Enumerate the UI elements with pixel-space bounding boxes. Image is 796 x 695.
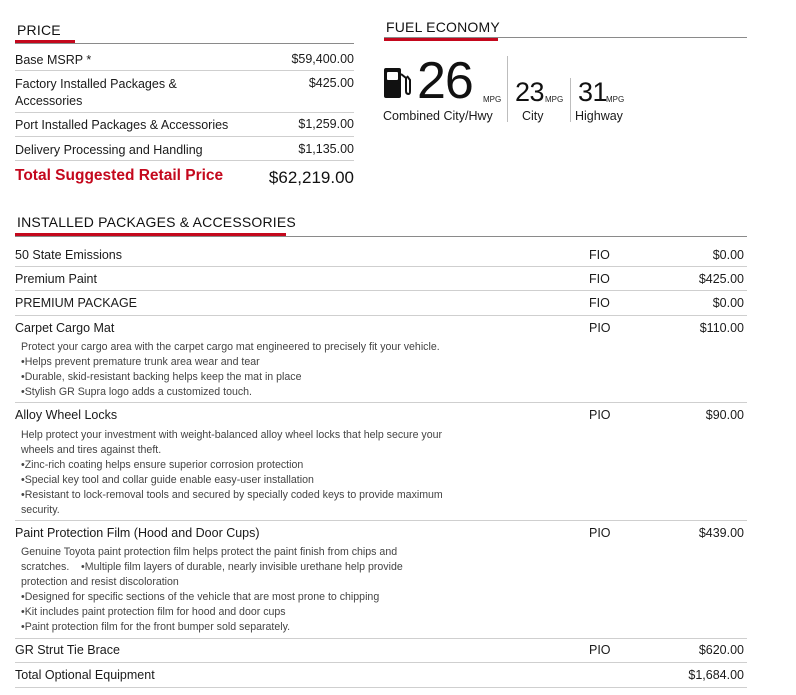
row-divider <box>15 266 747 267</box>
package-description: Protect your cargo area with the carpet … <box>21 340 481 400</box>
fuel-pump-icon <box>383 66 411 100</box>
combined-mpg-unit: MPG <box>483 95 502 104</box>
description-line: •Helps prevent premature trunk area wear… <box>21 356 260 368</box>
row-divider <box>15 70 354 71</box>
fuel-divider <box>570 78 571 122</box>
description-line: •Designed for specific sections of the v… <box>21 591 380 603</box>
row-divider <box>15 136 354 137</box>
city-mpg-value: 23 <box>515 77 545 107</box>
price-row-value: $425.00 <box>308 76 354 90</box>
row-divider <box>15 290 747 291</box>
package-code: PIO <box>589 643 611 657</box>
description-line: Genuine Toyota paint protection film hel… <box>21 546 398 558</box>
fuel-economy-title: FUEL ECONOMY <box>386 19 500 35</box>
row-divider <box>15 687 747 688</box>
total-retail-price-value: $62,219.00 <box>268 168 354 187</box>
package-description: Help protect your investment with weight… <box>21 428 481 518</box>
package-name: Alloy Wheel Locks <box>15 408 118 422</box>
highway-mpg-value: 31 <box>578 77 608 107</box>
description-line: Help protect your investment with weight… <box>21 429 443 441</box>
description-line: scratches. •Multiple film layers of dura… <box>21 561 403 573</box>
fuel-economy-rule <box>384 37 747 38</box>
row-divider <box>15 160 354 161</box>
package-code: PIO <box>589 321 611 335</box>
row-divider <box>15 112 354 113</box>
package-name: Paint Protection Film (Hood and Door Cup… <box>15 526 260 540</box>
row-divider <box>15 520 747 521</box>
package-name: 50 State Emissions <box>15 248 122 262</box>
city-mpg-label: City <box>522 109 544 123</box>
package-description: Genuine Toyota paint protection film hel… <box>21 545 481 635</box>
package-price: $620.00 <box>698 643 744 657</box>
description-line: •Durable, skid-resistant backing helps k… <box>21 371 302 383</box>
package-code: FIO <box>589 248 610 262</box>
price-title: PRICE <box>17 22 61 38</box>
package-name: PREMIUM PACKAGE <box>15 296 138 310</box>
row-divider <box>15 662 747 663</box>
package-code: FIO <box>589 272 610 286</box>
packages-title-rule <box>15 236 747 237</box>
description-line: Protect your cargo area with the carpet … <box>21 341 440 353</box>
price-row-value: $1,259.00 <box>298 117 354 131</box>
combined-mpg-value: 26 <box>417 52 474 110</box>
package-name: Carpet Cargo Mat <box>15 321 115 335</box>
city-mpg-unit: MPG <box>545 95 564 104</box>
price-row-label: Delivery Processing and Handling <box>15 143 203 157</box>
description-line: •Zinc-rich coating helps ensure superior… <box>21 459 304 471</box>
package-code: FIO <box>589 296 610 310</box>
highway-mpg-unit: MPG <box>606 95 625 104</box>
highway-mpg-label: Highway <box>575 109 623 123</box>
description-line: •Kit includes paint protection film for … <box>21 606 286 618</box>
package-code: PIO <box>589 526 611 540</box>
packages-title: INSTALLED PACKAGES & ACCESSORIES <box>17 214 296 230</box>
price-row-label: Port Installed Packages & Accessories <box>15 118 229 132</box>
package-price: $425.00 <box>698 272 744 286</box>
package-price: $0.00 <box>712 248 744 262</box>
row-divider <box>15 315 747 316</box>
fuel-divider <box>507 56 508 122</box>
description-line: security. <box>21 504 60 516</box>
combined-mpg-label: Combined City/Hwy <box>383 109 493 123</box>
total-optional-equipment-label: Total Optional Equipment <box>15 668 155 682</box>
package-price: $110.00 <box>699 321 744 335</box>
package-price: $439.00 <box>698 526 744 540</box>
description-line: •Stylish GR Supra logo adds a customized… <box>21 386 253 398</box>
package-price: $0.00 <box>712 296 744 310</box>
total-optional-equipment-value: $1,684.00 <box>688 668 744 682</box>
description-line: wheels and tires against theft. <box>21 444 162 456</box>
package-name: Premium Paint <box>15 272 97 286</box>
description-line: •Special key tool and collar guide enabl… <box>21 474 314 486</box>
row-divider <box>15 402 747 403</box>
price-row-label: Factory Installed Packages & Accessories <box>15 77 177 108</box>
total-retail-price-label: Total Suggested Retail Price <box>15 167 224 184</box>
package-name: GR Strut Tie Brace <box>15 643 120 657</box>
price-title-rule <box>15 43 354 44</box>
description-line: protection and resist discoloration <box>21 576 179 588</box>
package-code: PIO <box>589 408 611 422</box>
description-line: •Resistant to lock-removal tools and sec… <box>21 489 443 501</box>
description-line: •Paint protection film for the front bum… <box>21 621 291 633</box>
row-divider <box>15 638 747 639</box>
price-row-label: Base MSRP * <box>15 53 92 67</box>
package-price: $90.00 <box>705 408 744 422</box>
price-row-value: $1,135.00 <box>298 142 354 156</box>
price-row-value: $59,400.00 <box>291 52 354 66</box>
